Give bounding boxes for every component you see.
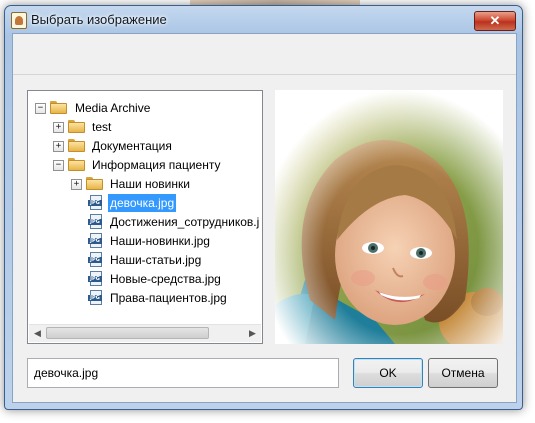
- tree-node-documentation[interactable]: + Документация: [28, 137, 258, 155]
- tree-label: Информация пациенту: [92, 158, 221, 172]
- tree-label: Наши-статьи.jpg: [110, 253, 202, 267]
- title-bar[interactable]: Выбрать изображение ✕: [5, 6, 522, 34]
- folder-tree[interactable]: − Media Archive + test + Документация − …: [27, 90, 263, 344]
- scrollbar-thumb[interactable]: [46, 327, 209, 339]
- close-button[interactable]: ✕: [474, 11, 516, 31]
- scroll-right-icon[interactable]: ▶: [244, 325, 261, 342]
- tree-file-item[interactable]: JPG Новые-средства.jpg: [28, 270, 258, 288]
- tree-node-our-news[interactable]: + Наши новинки: [28, 175, 258, 193]
- tree-label: Документация: [92, 139, 172, 153]
- folder-icon: [68, 120, 85, 133]
- tree-label: Достижения_сотрудников.jpg: [110, 215, 260, 229]
- folder-icon: [86, 177, 103, 190]
- jpg-file-icon: JPG: [88, 233, 103, 249]
- dialog-window: Выбрать изображение ✕ − Media Archive + …: [4, 5, 523, 410]
- tree-label: Новые-средства.jpg: [110, 272, 221, 286]
- tree-node-test[interactable]: + test: [28, 118, 258, 136]
- tree-file-item[interactable]: JPG Права-пациентов.jpg: [28, 289, 258, 307]
- tree-label: Наши новинки: [110, 177, 190, 191]
- tree-label: test: [92, 120, 112, 134]
- tree-file-item[interactable]: JPG Наши-новинки.jpg: [28, 232, 258, 250]
- tree-file-item[interactable]: JPG Наши-статьи.jpg: [28, 251, 258, 269]
- folder-icon: [68, 139, 85, 152]
- tree-label-selected: девочка.jpg: [108, 194, 177, 212]
- window-title: Выбрать изображение: [31, 12, 167, 27]
- tree-node-patient-info[interactable]: − Информация пациенту: [28, 156, 258, 174]
- tree-node-media-archive[interactable]: − Media Archive: [28, 99, 258, 117]
- collapse-toggle-icon[interactable]: −: [35, 103, 46, 114]
- collapse-toggle-icon[interactable]: −: [53, 160, 64, 171]
- expand-toggle-icon[interactable]: +: [53, 122, 64, 133]
- tree-file-item[interactable]: JPG девочка.jpg: [28, 194, 258, 212]
- scroll-left-icon[interactable]: ◀: [29, 325, 46, 342]
- jpg-file-icon: JPG: [88, 252, 103, 268]
- folder-open-icon: [68, 158, 85, 171]
- tree-label: Права-пациентов.jpg: [110, 291, 227, 305]
- jpg-file-icon: JPG: [88, 195, 103, 211]
- filename-field[interactable]: девочка.jpg: [27, 358, 339, 388]
- dialog-client-area: − Media Archive + test + Документация − …: [12, 33, 517, 403]
- jpg-file-icon: JPG: [88, 214, 103, 230]
- jpg-file-icon: JPG: [88, 271, 103, 287]
- tree-file-item[interactable]: JPG Достижения_сотрудников.jpg: [28, 213, 260, 231]
- image-preview: [275, 90, 503, 344]
- tree-label: Media Archive: [75, 101, 151, 115]
- expand-toggle-icon[interactable]: +: [71, 179, 82, 190]
- tree-label: Наши-новинки.jpg: [110, 234, 210, 248]
- horizontal-scrollbar[interactable]: ◀ ▶: [29, 324, 261, 342]
- ok-button[interactable]: OK: [353, 358, 423, 388]
- preview-photo-girl: [275, 90, 503, 344]
- app-icon: [11, 12, 27, 29]
- folder-open-icon: [50, 101, 67, 114]
- expand-toggle-icon[interactable]: +: [53, 141, 64, 152]
- divider: [13, 74, 516, 75]
- cancel-button[interactable]: Отмена: [428, 358, 498, 388]
- jpg-file-icon: JPG: [88, 290, 103, 306]
